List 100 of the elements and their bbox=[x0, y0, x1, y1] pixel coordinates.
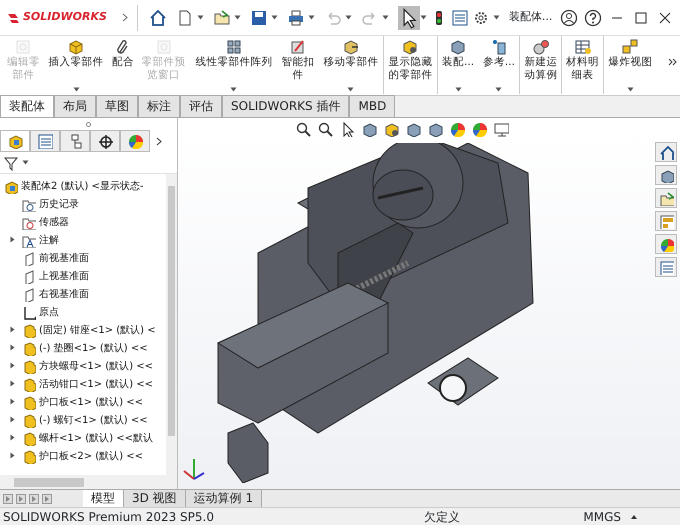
tree-item-label[interactable]: 螺杆<1> (默认) <<默认 bbox=[39, 430, 154, 446]
ribbon-button[interactable]: 材料明细表 bbox=[561, 36, 604, 94]
tree-item-label[interactable]: 传感器 bbox=[39, 214, 69, 230]
caret-icon bbox=[347, 87, 354, 92]
task-pane-tab[interactable] bbox=[655, 165, 677, 185]
user-icon[interactable] bbox=[560, 8, 578, 26]
home-icon[interactable] bbox=[148, 8, 167, 26]
task-pane-tab[interactable] bbox=[655, 188, 677, 208]
tree-item-label[interactable]: 原点 bbox=[39, 304, 59, 320]
tree-item-label[interactable]: 护口板<2> (默认) << bbox=[39, 448, 144, 464]
panel-tab[interactable] bbox=[90, 130, 120, 152]
tree-item-label[interactable]: 前视基准面 bbox=[39, 250, 89, 266]
task-pane-tab[interactable] bbox=[655, 257, 677, 277]
expand-arrow-icon[interactable] bbox=[10, 344, 14, 352]
caret-icon[interactable] bbox=[234, 15, 241, 20]
caret-icon bbox=[454, 87, 462, 92]
tree-item-label[interactable]: (固定) 钳座<1> (默认) < bbox=[39, 322, 156, 338]
caret-icon[interactable] bbox=[270, 15, 278, 20]
ribbon-tab[interactable]: 装配体 bbox=[0, 95, 54, 117]
caret-icon bbox=[626, 87, 634, 92]
ribbon-button[interactable]: 新建运动算例 bbox=[519, 36, 562, 94]
cube-icon[interactable] bbox=[426, 121, 442, 137]
tree-item-label[interactable]: 护口板<1> (默认) << bbox=[39, 394, 144, 410]
tree-item-label[interactable]: (-) 垫圈<1> (默认) << bbox=[39, 340, 148, 356]
ribbon-button[interactable]: 参考... bbox=[478, 36, 520, 94]
ribbon-button[interactable]: 移动零部件 bbox=[318, 36, 384, 94]
color-wheel-icon[interactable] bbox=[448, 121, 464, 137]
assembly-icon bbox=[3, 178, 18, 194]
color-wheel-icon[interactable] bbox=[470, 121, 486, 137]
caret-icon[interactable] bbox=[492, 15, 500, 20]
caret-icon[interactable] bbox=[196, 15, 204, 20]
ribbon-button[interactable]: 智能扣件 bbox=[278, 36, 319, 94]
panel-tab[interactable] bbox=[60, 130, 90, 152]
ribbon-tab[interactable]: 布局 bbox=[54, 95, 96, 117]
view-tab[interactable]: 运动算例 1 bbox=[186, 490, 262, 507]
more-chevron-icon[interactable] bbox=[668, 58, 677, 66]
tree-item-label[interactable]: 右视基准面 bbox=[39, 286, 89, 302]
caret-icon[interactable] bbox=[308, 15, 315, 20]
open-folder-icon[interactable] bbox=[212, 8, 231, 26]
tree-item-label[interactable]: 注解 bbox=[39, 232, 59, 248]
nav-arrow-icon[interactable] bbox=[16, 494, 26, 504]
select-pointer-icon[interactable] bbox=[398, 6, 420, 30]
ribbon-button[interactable]: 显示隐藏的零部件 bbox=[383, 36, 437, 94]
chevron-right-icon[interactable] bbox=[156, 136, 162, 146]
task-pane-tab[interactable] bbox=[655, 234, 677, 254]
expand-arrow-icon[interactable] bbox=[10, 236, 14, 244]
expand-arrow-icon[interactable] bbox=[10, 398, 14, 406]
nav-arrow-icon[interactable] bbox=[3, 494, 13, 504]
tree-item-label[interactable]: 历史记录 bbox=[39, 196, 79, 212]
tree-item-label[interactable]: 活动钳口<1> (默认) << bbox=[39, 376, 154, 392]
expand-arrow-icon[interactable] bbox=[10, 380, 14, 388]
save-icon[interactable] bbox=[250, 8, 268, 26]
tree-item-label[interactable]: (-) 螺钉<1> (默认) << bbox=[39, 412, 148, 428]
expand-arrow-icon[interactable] bbox=[10, 434, 14, 442]
ribbon-tab[interactable]: MBD bbox=[349, 95, 396, 117]
status-text: SOLIDWORKS Premium 2023 SP5.0 bbox=[3, 508, 214, 525]
ribbon-button[interactable]: 线性零部件阵列 bbox=[190, 36, 278, 94]
caret-icon[interactable] bbox=[22, 160, 29, 165]
expand-arrow-icon[interactable] bbox=[10, 362, 14, 370]
zoom-icon[interactable] bbox=[294, 121, 310, 137]
collapse-handle-icon[interactable] bbox=[86, 122, 91, 126]
nav-arrow-icon[interactable] bbox=[29, 494, 39, 504]
cube-icon bbox=[342, 38, 360, 56]
ribbon-button[interactable]: 配合 bbox=[108, 36, 138, 94]
print-icon[interactable] bbox=[286, 8, 305, 26]
horizontal-scrollbar[interactable] bbox=[0, 475, 177, 489]
caret-icon[interactable] bbox=[382, 15, 389, 20]
monitor-icon[interactable] bbox=[492, 121, 508, 137]
ribbon-button[interactable]: 爆炸视图 bbox=[603, 36, 657, 94]
list-icon[interactable] bbox=[450, 8, 469, 26]
ribbon-button[interactable]: 插入零部件 bbox=[44, 36, 108, 94]
panel-tab[interactable] bbox=[30, 130, 60, 152]
nav-arrow-icon[interactable] bbox=[42, 494, 52, 504]
ribbon-tab[interactable]: 草图 bbox=[96, 95, 138, 117]
ribbon-tab[interactable]: 标注 bbox=[138, 95, 180, 117]
caret-icon[interactable] bbox=[420, 15, 427, 20]
caret-up-icon[interactable] bbox=[631, 514, 637, 518]
tree-item-label[interactable]: 方块螺母<1> (默认) << bbox=[39, 358, 154, 374]
view-tab[interactable]: 模型 bbox=[83, 490, 124, 507]
chevron-right-icon[interactable] bbox=[122, 13, 128, 22]
cube-icon[interactable] bbox=[382, 121, 398, 137]
units-selector[interactable]: MMGS bbox=[583, 508, 621, 525]
vertical-scrollbar[interactable] bbox=[166, 174, 177, 475]
view-tab[interactable]: 3D 视图 bbox=[124, 490, 186, 507]
task-pane-tab[interactable] bbox=[655, 142, 677, 162]
cube-icon[interactable] bbox=[360, 121, 376, 137]
filter-icon[interactable] bbox=[3, 154, 19, 170]
zoom-icon[interactable] bbox=[316, 121, 332, 137]
tree-item-label: 装配体2 (默认) <显示状态- bbox=[21, 180, 144, 194]
ribbon-tab[interactable]: 评估 bbox=[180, 95, 222, 117]
cube-icon[interactable] bbox=[404, 121, 420, 137]
ribbon-button[interactable]: 装配... bbox=[436, 36, 478, 94]
expand-arrow-icon[interactable] bbox=[10, 452, 14, 460]
caret-icon[interactable] bbox=[344, 15, 352, 20]
tree-item-label[interactable]: 上视基准面 bbox=[39, 268, 89, 284]
ribbon-tab[interactable]: SOLIDWORKS 插件 bbox=[222, 95, 350, 117]
expand-arrow-icon[interactable] bbox=[10, 326, 14, 334]
task-pane-tab[interactable] bbox=[655, 211, 677, 231]
expand-arrow-icon[interactable] bbox=[10, 416, 14, 424]
help-icon[interactable] bbox=[584, 8, 602, 26]
